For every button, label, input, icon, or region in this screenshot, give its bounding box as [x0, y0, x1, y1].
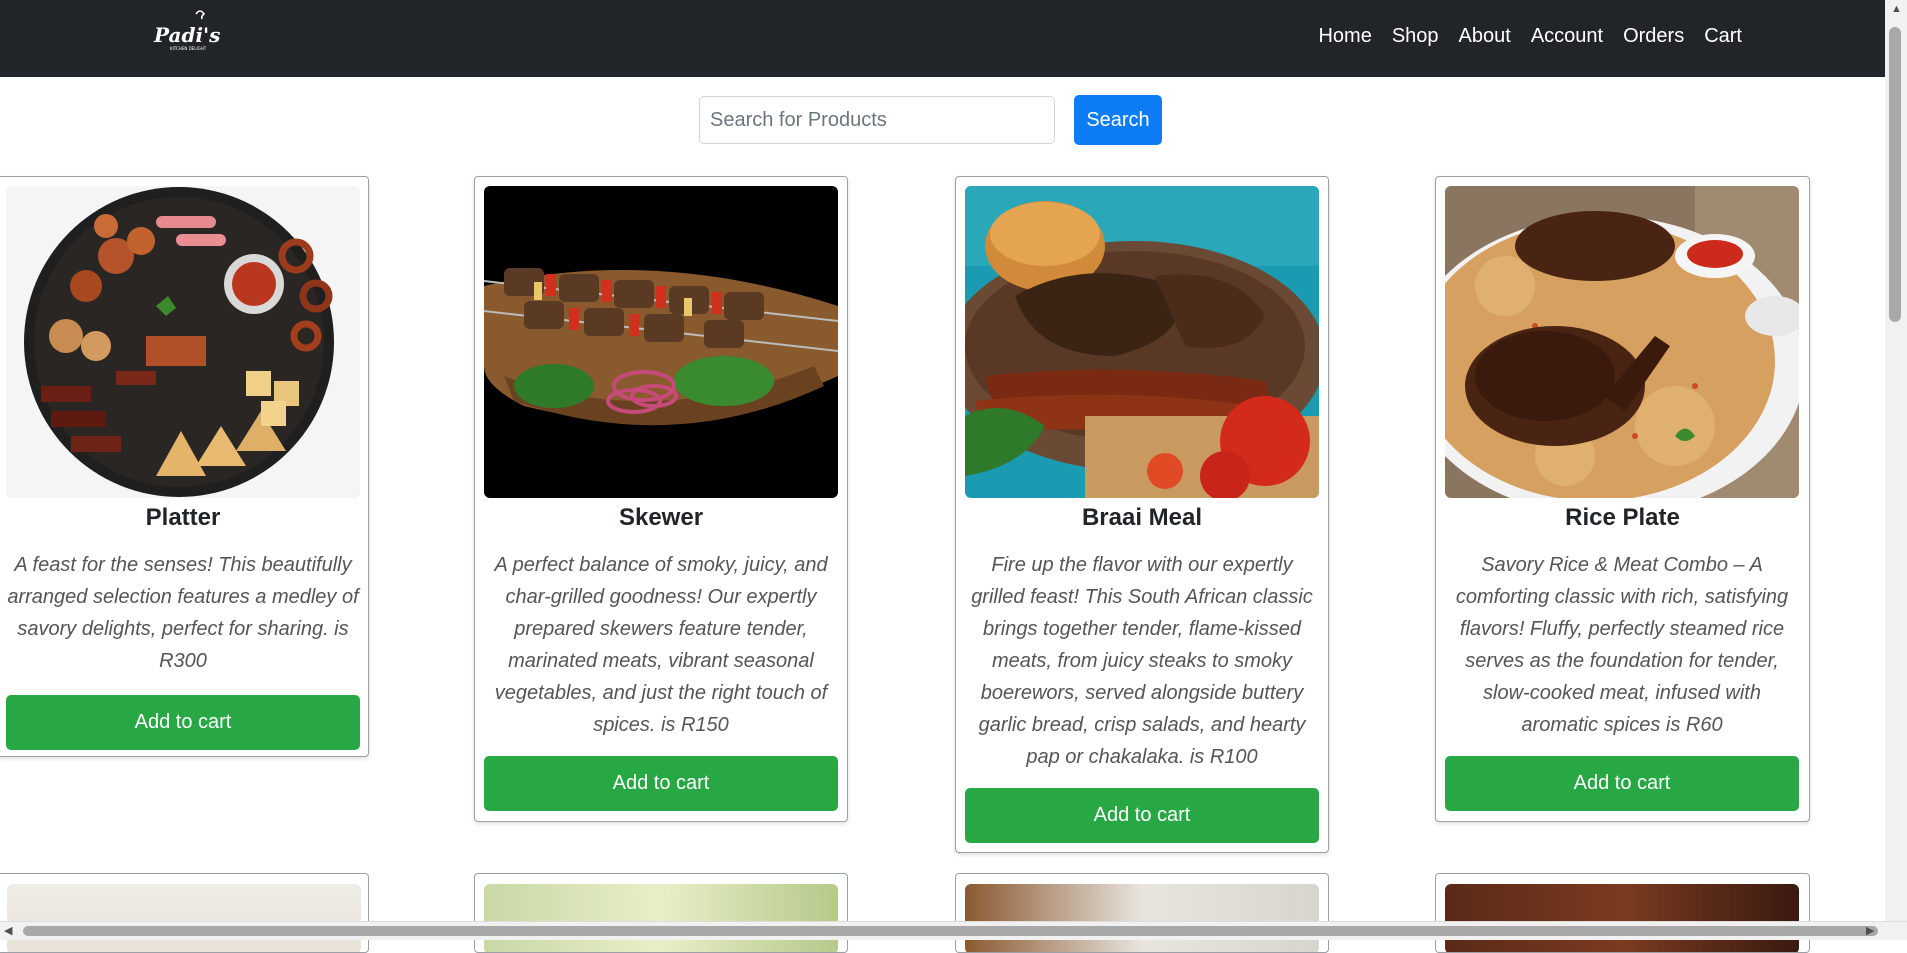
- rice-plate-image: [1445, 186, 1799, 498]
- add-to-cart-button[interactable]: Add to cart: [6, 695, 360, 750]
- product-title: Braai Meal: [1081, 504, 1203, 531]
- add-to-cart-button[interactable]: Add to cart: [1445, 756, 1799, 811]
- product-title: Skewer: [618, 504, 704, 531]
- add-to-cart-button[interactable]: Add to cart: [484, 756, 838, 811]
- braai-meal-image: [965, 186, 1319, 498]
- scroll-right-icon[interactable]: ▶: [1866, 922, 1874, 940]
- brand-logo[interactable]: Padi's KITCHEN DELIGHT: [150, 8, 220, 54]
- product-card-braai-meal: Braai Meal Fire up the flavor with our e…: [955, 176, 1329, 853]
- nav-home[interactable]: Home: [1318, 22, 1371, 50]
- product-card-partial: [474, 873, 848, 953]
- product-card-rice-plate: Rice Plate Savory Rice & Meat Combo – A …: [1435, 176, 1810, 822]
- nav-cart[interactable]: Cart: [1704, 22, 1742, 50]
- svg-text:KITCHEN DELIGHT: KITCHEN DELIGHT: [170, 46, 207, 51]
- product-title: Rice Plate: [1565, 504, 1680, 531]
- product-image: [7, 884, 361, 952]
- add-to-cart-button[interactable]: Add to cart: [965, 788, 1319, 843]
- search-input[interactable]: [699, 96, 1055, 144]
- nav-links: Home Shop About Account Orders Cart: [1318, 22, 1742, 50]
- horizontal-scrollbar[interactable]: ◀ ▶: [0, 921, 1907, 940]
- search-bar: Search: [699, 95, 1162, 145]
- product-card-partial: [955, 873, 1329, 953]
- svg-text:Padi's: Padi's: [153, 23, 220, 47]
- nav-shop[interactable]: Shop: [1392, 22, 1439, 50]
- product-image: [965, 884, 1319, 952]
- product-description: Fire up the flavor with our expertly gri…: [971, 554, 1313, 768]
- nav-orders[interactable]: Orders: [1623, 22, 1684, 50]
- vertical-scrollbar[interactable]: ▲: [1885, 0, 1907, 925]
- platter-image: [6, 186, 360, 498]
- product-image: [1445, 884, 1799, 952]
- product-card-skewer: Skewer A perfect balance of smoky, juicy…: [474, 176, 848, 822]
- scroll-left-icon[interactable]: ◀: [4, 922, 12, 940]
- skewer-image: [484, 186, 838, 498]
- product-description: A perfect balance of smoky, juicy, and c…: [494, 554, 828, 736]
- nav-account[interactable]: Account: [1531, 22, 1603, 50]
- product-card-platter: Platter A feast for the senses! This bea…: [0, 176, 369, 757]
- nav-about[interactable]: About: [1459, 22, 1511, 50]
- product-description: A feast for the senses! This beautifully…: [7, 554, 359, 672]
- product-title: Platter: [145, 504, 221, 531]
- navbar: Padi's KITCHEN DELIGHT Home Shop About A…: [0, 0, 1907, 77]
- search-button[interactable]: Search: [1074, 95, 1162, 145]
- horizontal-scroll-thumb[interactable]: [23, 926, 1878, 936]
- vertical-scroll-thumb[interactable]: [1889, 27, 1901, 322]
- product-card-partial: [1435, 873, 1810, 953]
- product-card-partial: [0, 873, 369, 953]
- product-description: Savory Rice & Meat Combo – A comforting …: [1455, 554, 1789, 736]
- product-image: [484, 884, 838, 952]
- scroll-up-icon[interactable]: ▲: [1891, 0, 1902, 18]
